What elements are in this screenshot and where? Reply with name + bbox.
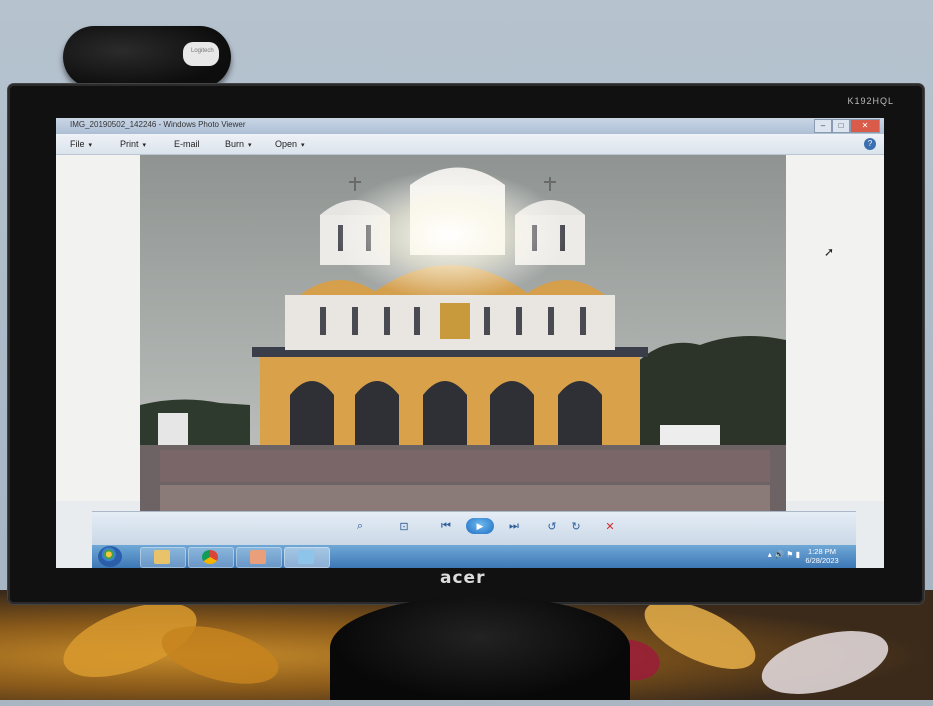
cathedral-photo	[140, 155, 786, 517]
paint-icon	[250, 550, 266, 564]
window-titlebar[interactable]: IMG_20190502_142246 - Windows Photo View…	[56, 118, 884, 134]
photo-viewer-icon	[298, 550, 314, 564]
monitor-brand-logo: acer	[440, 568, 486, 588]
taskbar-app-chrome[interactable]	[188, 547, 234, 568]
mouse-pointer-icon: ➚	[824, 245, 835, 259]
chevron-down-icon: ▾	[142, 142, 147, 149]
previous-icon[interactable]: ⏮	[438, 520, 454, 533]
menu-email[interactable]: E-mail	[174, 139, 200, 149]
screen: IMG_20190502_142246 - Windows Photo View…	[56, 118, 884, 568]
folder-icon	[154, 550, 170, 564]
monitor-stand	[330, 596, 630, 700]
minimize-button[interactable]: –	[814, 119, 832, 133]
rotate-cw-icon[interactable]: ↻	[568, 520, 584, 533]
webcam: Logitech	[63, 26, 231, 88]
taskbar-clock[interactable]: 1:28 PM 6/28/2023	[798, 547, 846, 565]
chrome-icon	[202, 550, 218, 564]
menu-bar: File ▾ Print ▾ E-mail Burn ▾ Open ▾ ?	[56, 134, 884, 155]
taskbar: ▴ 🔊 ⚑ ▮ 1:28 PM 6/28/2023	[92, 545, 856, 568]
taskbar-app-photo-viewer[interactable]	[284, 547, 330, 568]
clock-time: 1:28 PM	[808, 547, 836, 556]
delete-icon[interactable]: ✕	[602, 520, 618, 533]
actual-size-icon[interactable]: ⊡	[396, 520, 412, 533]
close-button[interactable]: ✕	[850, 119, 880, 133]
webcam-label-plate	[183, 42, 219, 66]
rotate-ccw-icon[interactable]: ↺	[544, 520, 560, 533]
zoom-icon[interactable]: ⌕	[352, 520, 368, 533]
menu-open[interactable]: Open ▾	[275, 139, 305, 149]
flower-petal	[755, 619, 895, 706]
next-icon[interactable]: ⏭	[506, 520, 522, 533]
maximize-button[interactable]: □	[832, 119, 850, 133]
chevron-down-icon: ▾	[248, 142, 252, 149]
chevron-down-icon: ▾	[301, 142, 305, 149]
image-viewport: ➚	[56, 155, 884, 517]
system-tray[interactable]: ▴ 🔊 ⚑ ▮	[768, 550, 800, 559]
window-title: IMG_20190502_142246 - Windows Photo View…	[70, 120, 246, 129]
monitor-model-label: K192HQL	[847, 96, 894, 106]
taskbar-app-paint[interactable]	[236, 547, 282, 568]
menu-print[interactable]: Print ▾	[120, 139, 146, 149]
taskbar-app-explorer[interactable]	[140, 547, 186, 568]
menu-burn[interactable]: Burn ▾	[225, 139, 252, 149]
help-icon[interactable]: ?	[864, 138, 876, 150]
chevron-down-icon: ▾	[88, 142, 93, 149]
clock-date: 6/28/2023	[805, 556, 839, 565]
slideshow-button[interactable]: ▶	[466, 518, 494, 534]
menu-file[interactable]: File ▾	[70, 139, 92, 149]
webcam-logo: Logitech	[191, 48, 214, 54]
viewer-controls-bar: ⌕ ⊡ ⏮ ▶ ⏭ ↺ ↻ ✕	[92, 511, 856, 546]
start-button[interactable]	[98, 546, 122, 567]
